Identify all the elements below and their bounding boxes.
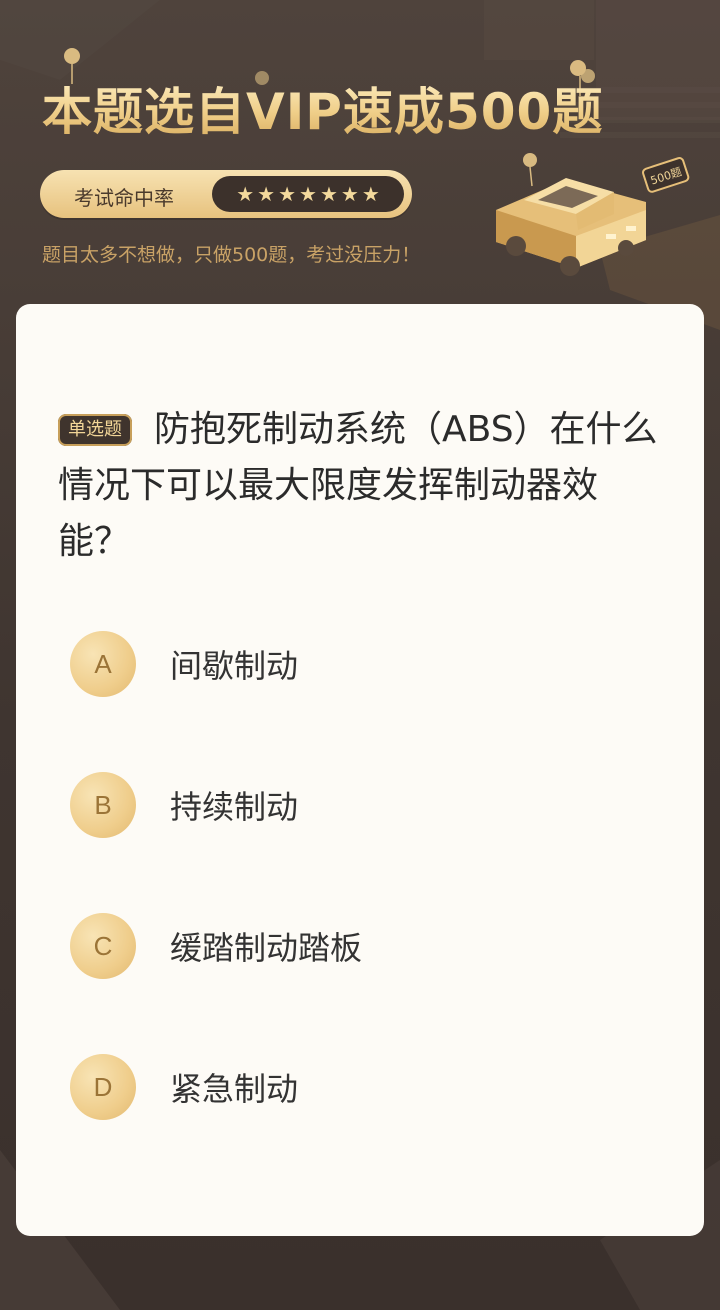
star-icon: ★ <box>278 182 297 206</box>
question-block: 单选题 防抱死制动系统（ABS）在什么情况下可以最大限度发挥制动器效能？ <box>58 402 668 570</box>
option-c[interactable]: C 缓踏制动踏板 <box>70 912 650 980</box>
star-icon: ★ <box>319 182 338 206</box>
hit-rate-label: 考试命中率 <box>74 186 174 210</box>
option-text: 缓踏制动踏板 <box>170 929 363 967</box>
option-letter-badge: D <box>70 1054 136 1120</box>
question-card: 单选题 防抱死制动系统（ABS）在什么情况下可以最大限度发挥制动器效能？ A 间歇… <box>16 304 704 1236</box>
car-icon: 500题 <box>486 150 696 290</box>
option-text: 紧急制动 <box>170 1070 299 1108</box>
option-text: 间歇制动 <box>170 647 299 685</box>
option-d[interactable]: D 紧急制动 <box>70 1053 650 1121</box>
star-icon: ★ <box>299 182 317 206</box>
question-text: 防抱死制动系统（ABS）在什么情况下可以最大限度发挥制动器效能？ <box>58 409 658 562</box>
option-a[interactable]: A 间歇制动 <box>70 630 650 698</box>
option-letter-badge: A <box>70 631 136 697</box>
rating-stars: ★ ★ ★ ★ ★ ★ ★ <box>212 176 404 212</box>
banner-title: 本题选自VIP速成500题 <box>42 72 603 144</box>
star-icon: ★ <box>361 182 380 206</box>
option-letter-badge: B <box>70 772 136 838</box>
option-letter-badge: C <box>70 913 136 979</box>
option-text: 持续制动 <box>170 788 299 826</box>
option-list: A 间歇制动 B 持续制动 C 缓踏制动踏板 D 紧急制动 <box>70 630 650 1194</box>
banner-subtitle: 题目太多不想做，只做500题，考过没压力！ <box>42 244 421 266</box>
question-type-badge: 单选题 <box>58 414 132 446</box>
star-icon: ★ <box>257 182 276 206</box>
star-icon: ★ <box>236 182 255 206</box>
star-icon: ★ <box>340 182 359 206</box>
option-b[interactable]: B 持续制动 <box>70 771 650 839</box>
hit-rate-pill: 考试命中率 ★ ★ ★ ★ ★ ★ ★ <box>40 170 412 218</box>
